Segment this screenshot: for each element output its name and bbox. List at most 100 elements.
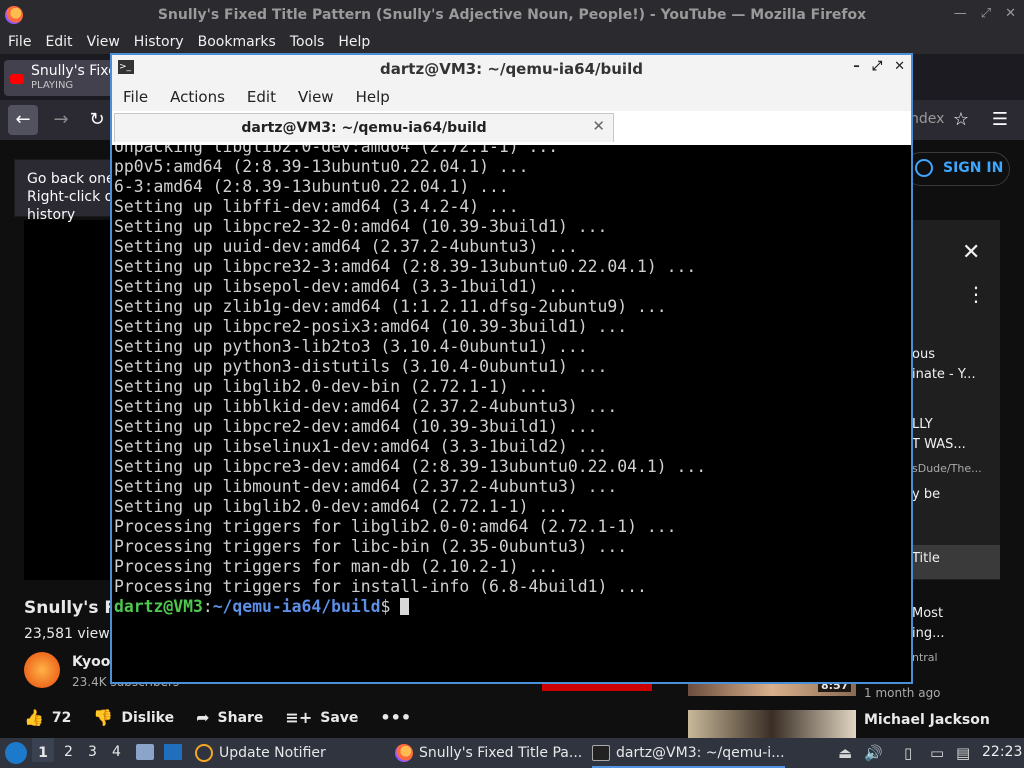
terminal-line: Setting up libpcre2-dev:amd64 (10.39-3bu… bbox=[114, 417, 598, 436]
share-label: Share bbox=[217, 709, 264, 726]
recommendation-channel: ntral bbox=[912, 651, 938, 664]
task-terminal[interactable]: dartz@VM3: ~/qemu-i... bbox=[592, 738, 785, 768]
workspace-4[interactable]: 4 bbox=[112, 744, 121, 760]
recommendation-text[interactable]: Title bbox=[912, 551, 1008, 566]
terminal-line: Setting up libglib2.0-dev:amd64 (2.72.1-… bbox=[114, 497, 568, 516]
share-button[interactable]: ➦ Share bbox=[196, 708, 263, 727]
terminal-line: Setting up libblkid-dev:amd64 (2.37.2-4u… bbox=[114, 397, 618, 416]
task-update-notifier[interactable]: Update Notifier bbox=[195, 738, 326, 768]
bookmark-star-button[interactable]: ☆ bbox=[946, 105, 976, 135]
recommendation-title[interactable]: Michael Jackson bbox=[864, 712, 990, 728]
menu-view[interactable]: View bbox=[287, 88, 345, 106]
account-icon bbox=[915, 159, 933, 177]
update-icon bbox=[195, 744, 213, 762]
view-count: 23,581 views bbox=[24, 626, 117, 642]
recommendation-text[interactable]: Most bbox=[912, 606, 1008, 621]
maximize-icon[interactable]: ⤢ bbox=[872, 59, 882, 74]
recommendation-text[interactable]: ous bbox=[912, 347, 1008, 362]
avatar[interactable] bbox=[24, 652, 60, 688]
menu-help[interactable]: Help bbox=[345, 88, 401, 106]
like-button[interactable]: 👍 72 bbox=[24, 708, 71, 727]
reload-button[interactable]: ↻ bbox=[82, 105, 112, 135]
save-button[interactable]: ≡+ Save bbox=[285, 708, 358, 727]
more-actions-button[interactable]: ••• bbox=[380, 708, 411, 727]
save-label: Save bbox=[320, 709, 359, 726]
reload-icon: ↻ bbox=[89, 109, 105, 130]
sign-in-button[interactable]: SIGN IN bbox=[904, 152, 1010, 186]
terminal-tabstrip: dartz@VM3: ~/qemu-ia64/build ✕ bbox=[112, 111, 911, 145]
thumbs-down-icon: 👎 bbox=[93, 708, 114, 727]
workspace-2[interactable]: 2 bbox=[64, 744, 73, 760]
terminal-line: Setting up libglib2.0-dev-bin (2.72.1-1)… bbox=[114, 377, 549, 396]
recommendation-text[interactable]: y be bbox=[912, 487, 1008, 502]
menu-bookmarks[interactable]: Bookmarks bbox=[191, 34, 283, 50]
recommendation-text[interactable]: inate - Y... bbox=[912, 367, 1008, 382]
menu-file[interactable]: File bbox=[0, 34, 38, 50]
terminal-titlebar[interactable]: >_ dartz@VM3: ~/qemu-ia64/build – ⤢ ✕ bbox=[112, 55, 911, 83]
minimize-icon[interactable]: – bbox=[853, 59, 860, 74]
terminal-line: Processing triggers for man-db (2.10.2-1… bbox=[114, 557, 559, 576]
network-icon[interactable]: ▭ bbox=[930, 744, 944, 762]
star-icon: ☆ bbox=[952, 109, 970, 130]
terminal-window: >_ dartz@VM3: ~/qemu-ia64/build – ⤢ ✕ Fi… bbox=[110, 53, 913, 684]
task-label: dartz@VM3: ~/qemu-i... bbox=[616, 745, 785, 761]
back-button[interactable]: ← bbox=[8, 105, 38, 135]
arrow-right-icon: → bbox=[53, 109, 69, 130]
show-desktop-icon[interactable] bbox=[164, 744, 182, 760]
menu-history[interactable]: History bbox=[127, 34, 191, 50]
terminal-line: Setting up zlib1g-dev:amd64 (1:1.2.11.df… bbox=[114, 297, 667, 316]
volume-icon[interactable]: 🔊 bbox=[864, 744, 883, 762]
maximize-icon[interactable]: ⤢ bbox=[981, 6, 991, 21]
menu-edit[interactable]: Edit bbox=[38, 34, 79, 50]
app-menu-button[interactable]: ☰ bbox=[985, 105, 1015, 135]
dislike-label: Dislike bbox=[121, 709, 175, 726]
recommendation-text[interactable]: T WAS... bbox=[912, 437, 1008, 452]
terminal-line: 6-3:amd64 (2:8.39-13ubuntu0.22.04.1) ... bbox=[114, 177, 509, 196]
video-thumbnail[interactable] bbox=[688, 710, 856, 738]
url-bar-text[interactable]: ndex bbox=[910, 111, 944, 127]
recommendation-text[interactable]: ing... bbox=[912, 626, 1008, 641]
dislike-button[interactable]: 👎 Dislike bbox=[93, 708, 174, 727]
menu-edit[interactable]: Edit bbox=[236, 88, 287, 106]
menu-actions[interactable]: Actions bbox=[159, 88, 236, 106]
more-horizontal-icon: ••• bbox=[380, 708, 412, 727]
menu-tools[interactable]: Tools bbox=[283, 34, 332, 50]
terminal-line: Setting up libpcre32-3:amd64 (2:8.39-13u… bbox=[114, 257, 697, 276]
menu-file[interactable]: File bbox=[112, 88, 159, 106]
notification-icon[interactable]: ▤ bbox=[956, 744, 970, 762]
workspace-1[interactable]: 1 bbox=[32, 738, 54, 762]
tab-youtube[interactable]: Snully's Fixe PLAYING bbox=[4, 60, 117, 96]
file-manager-icon[interactable] bbox=[136, 744, 154, 760]
workspace-3[interactable]: 3 bbox=[88, 744, 97, 760]
menu-help[interactable]: Help bbox=[331, 34, 377, 50]
minimize-icon[interactable]: — bbox=[954, 6, 967, 21]
close-icon[interactable]: ✕ bbox=[962, 240, 980, 265]
window-title: Snully's Fixed Title Pattern (Snully's A… bbox=[157, 7, 867, 23]
playlist-add-icon: ≡+ bbox=[285, 708, 313, 727]
task-label: Snully's Fixed Title Pa... bbox=[419, 745, 583, 761]
more-options-icon[interactable]: ⋮ bbox=[966, 282, 986, 306]
recommendation-text[interactable]: LLY bbox=[912, 417, 1008, 432]
tab-title: Snully's Fixe bbox=[31, 63, 117, 79]
terminal-line: Unpacking libglib2.0-dev:amd64 (2.72.1-1… bbox=[114, 145, 559, 156]
forward-button[interactable]: → bbox=[46, 105, 76, 135]
terminal-line: Setting up python3-distutils (3.10.4-0ub… bbox=[114, 357, 608, 376]
close-icon[interactable]: ✕ bbox=[1005, 6, 1016, 21]
menu-view[interactable]: View bbox=[80, 34, 127, 50]
clipboard-icon[interactable]: ▯ bbox=[904, 744, 912, 762]
close-icon[interactable]: ✕ bbox=[894, 59, 905, 74]
clock[interactable]: 22:23 bbox=[982, 744, 1022, 760]
task-firefox[interactable]: Snully's Fixed Title Pa... bbox=[395, 738, 582, 768]
youtube-icon bbox=[10, 74, 24, 84]
terminal-line: pp0v5:amd64 (2:8.39-13ubuntu0.22.04.1) .… bbox=[114, 157, 529, 176]
start-menu-icon[interactable] bbox=[5, 742, 27, 764]
firefox-menubar: File Edit View History Bookmarks Tools H… bbox=[0, 30, 1024, 54]
video-player[interactable] bbox=[24, 220, 112, 580]
share-icon: ➦ bbox=[196, 708, 210, 727]
prompt-symbol: $ bbox=[380, 597, 401, 616]
terminal-tab[interactable]: dartz@VM3: ~/qemu-ia64/build ✕ bbox=[114, 113, 614, 142]
close-tab-icon[interactable]: ✕ bbox=[592, 117, 605, 135]
subscribe-button[interactable] bbox=[542, 683, 652, 691]
eject-icon[interactable]: ⏏ bbox=[838, 744, 852, 762]
terminal-output[interactable]: Unpacking libglib2.0-dev:amd64 (2.72.1-1… bbox=[114, 145, 909, 682]
